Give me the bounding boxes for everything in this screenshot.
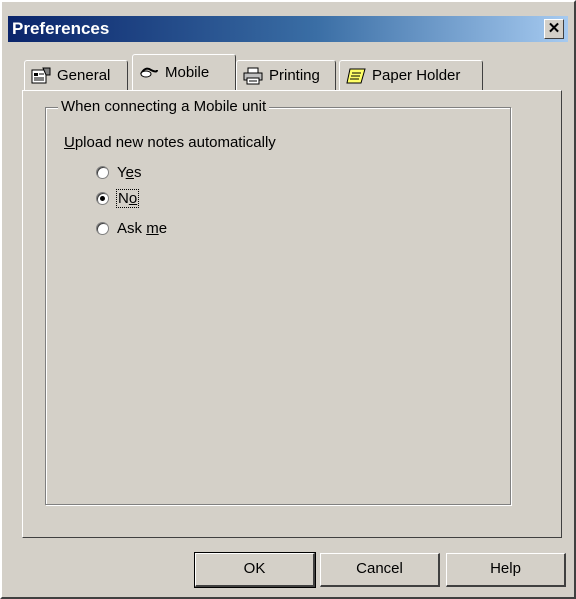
paper-holder-icon (346, 68, 366, 83)
tab-mobile[interactable]: Mobile (132, 54, 236, 90)
radio-yes-button[interactable] (96, 166, 109, 179)
radio-no-button[interactable] (96, 192, 109, 205)
group-title: When connecting a Mobile unit (58, 98, 270, 115)
cancel-button[interactable]: Cancel (320, 553, 440, 587)
preferences-dialog: Preferences ✕ General Mobile Printing Pa… (0, 0, 576, 599)
general-settings-icon (31, 67, 51, 83)
radio-ask-me-label: Ask me (117, 220, 168, 237)
mobile-unit-icon (140, 67, 158, 77)
radio-ask-me-button[interactable] (96, 222, 109, 235)
mobile-tab-panel: When connecting a Mobile unit Upload new… (22, 90, 562, 538)
title-bar[interactable]: Preferences ✕ (8, 16, 568, 42)
radio-no-label: No (115, 189, 140, 208)
tab-general-label: General (57, 67, 111, 84)
tab-printing-label: Printing (269, 67, 320, 84)
radio-ask-me[interactable]: Ask me (96, 220, 167, 237)
tab-paper-holder[interactable]: Paper Holder (339, 60, 483, 90)
mobile-connection-group: When connecting a Mobile unit Upload new… (45, 98, 511, 505)
ok-button[interactable]: OK (194, 552, 316, 588)
help-button[interactable]: Help (446, 553, 566, 587)
close-icon: ✕ (547, 20, 561, 37)
radio-yes-label: Yes (117, 164, 142, 181)
tab-paper-holder-label: Paper Holder (372, 67, 461, 84)
radio-yes[interactable]: Yes (96, 164, 141, 181)
close-button[interactable]: ✕ (544, 19, 564, 39)
tab-general[interactable]: General (24, 60, 128, 90)
upload-notes-label: Upload new notes automatically (64, 134, 276, 151)
printer-icon (243, 67, 263, 84)
window-title: Preferences (12, 19, 110, 38)
tab-mobile-label: Mobile (165, 64, 210, 81)
radio-no[interactable]: No (96, 189, 140, 208)
tab-printing[interactable]: Printing (236, 60, 336, 90)
